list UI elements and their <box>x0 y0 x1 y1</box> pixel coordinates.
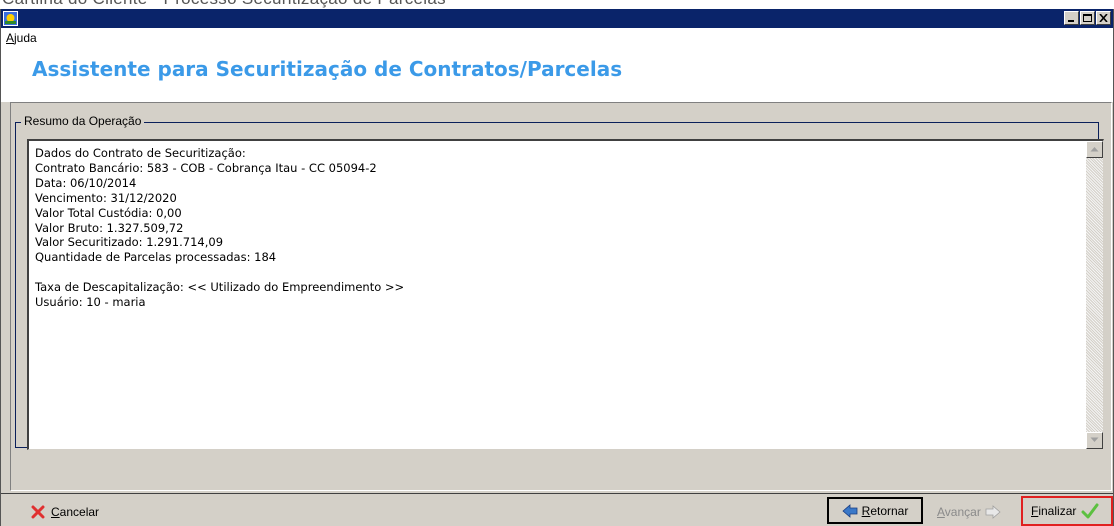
maximize-icon[interactable] <box>1080 11 1095 25</box>
caption-text: Cartilha do Cliente - Processo Securitiz… <box>2 0 446 9</box>
summary-line: Valor Total Custódia: 0,00 <box>35 205 182 220</box>
wizard-window: Ajuda Assistente para Securitização de C… <box>0 9 1114 526</box>
summary-memo[interactable]: Dados do Contrato de Securitização: Cont… <box>27 139 1104 450</box>
arrow-right-icon <box>985 504 1001 519</box>
back-label: Retornar <box>861 503 909 518</box>
summary-line: Dados do Contrato de Securitização: <box>35 146 246 160</box>
vertical-scrollbar[interactable] <box>1086 141 1103 449</box>
cancel-button[interactable]: Cancelar <box>31 498 141 525</box>
app-icon[interactable] <box>3 11 18 26</box>
close-icon[interactable] <box>1096 11 1111 25</box>
menu-item-ajuda[interactable]: Ajuda <box>6 31 37 45</box>
cancel-x-icon <box>31 505 45 519</box>
back-button[interactable]: Retornar <box>827 497 923 524</box>
summary-legend: Resumo da Operação <box>21 114 145 128</box>
wizard-footer: Cancelar Retornar Avançar Finalizar <box>1 493 1113 526</box>
checkmark-icon <box>1081 503 1099 519</box>
wizard-title: Assistente para Securitização de Contrat… <box>32 57 623 81</box>
title-bar[interactable] <box>1 9 1113 28</box>
arrow-left-icon <box>842 503 858 518</box>
wizard-header: Assistente para Securitização de Contrat… <box>1 50 1113 102</box>
scroll-down-icon[interactable] <box>1086 432 1103 449</box>
minimize-icon[interactable] <box>1064 11 1079 25</box>
summary-line: Contrato Bancário: 583 - COB - Cobrança … <box>35 160 377 175</box>
document-caption: Cartilha do Cliente - Processo Securitiz… <box>0 0 1114 9</box>
summary-text: Dados do Contrato de Securitização: Cont… <box>35 146 404 310</box>
summary-line: Usuário: 10 - maria <box>35 295 146 310</box>
menu-bar: Ajuda <box>1 28 1113 50</box>
scroll-up-icon[interactable] <box>1086 141 1103 158</box>
summary-line <box>35 265 404 280</box>
summary-line: Valor Securitizado: 1.291.714,09 <box>35 235 224 250</box>
summary-line: Taxa de Descapitalização: << Utilizado d… <box>35 280 405 295</box>
finish-button[interactable]: Finalizar <box>1021 496 1113 526</box>
summary-line: Data: 06/10/2014 <box>35 175 137 190</box>
next-button[interactable]: Avançar <box>937 498 1017 525</box>
summary-line: Vencimento: 31/12/2020 <box>35 190 177 205</box>
finish-label: Finalizar <box>1031 504 1077 518</box>
summary-line: Quantidade de Parcelas processadas: 184 <box>35 250 277 265</box>
cancel-label: Cancelar <box>51 504 100 519</box>
summary-line: Valor Bruto: 1.327.509,72 <box>35 220 184 235</box>
status-strip <box>27 450 1104 488</box>
next-label: Avançar <box>937 504 981 519</box>
